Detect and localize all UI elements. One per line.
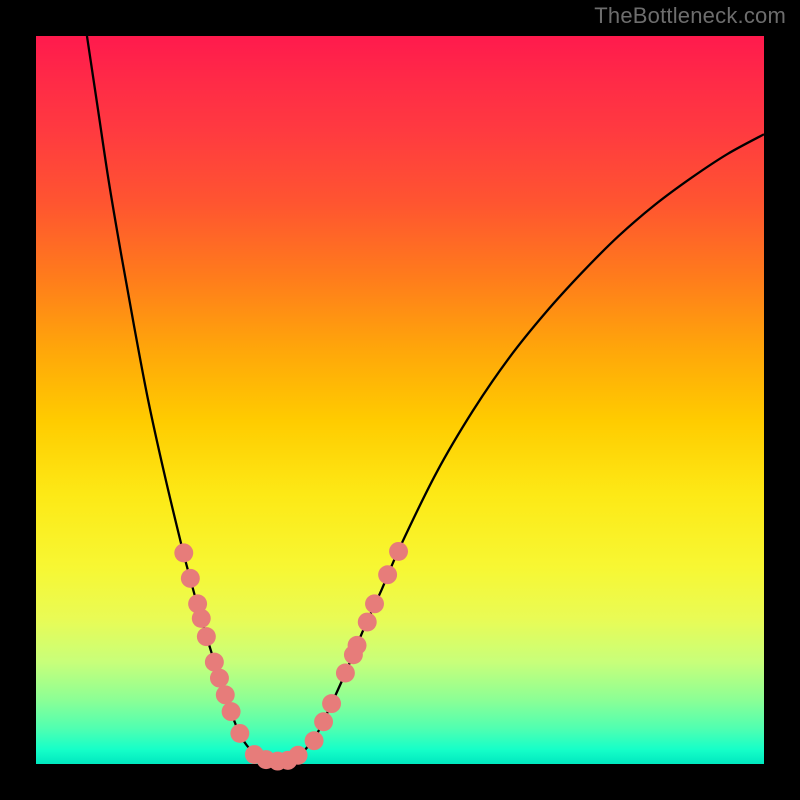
data-marker [378, 565, 397, 584]
data-marker [230, 724, 249, 743]
data-marker [305, 731, 324, 750]
chart-container: TheBottleneck.com [0, 0, 800, 800]
data-marker [174, 543, 193, 562]
data-marker [389, 542, 408, 561]
data-marker [348, 636, 367, 655]
data-marker [197, 627, 216, 646]
data-marker [358, 613, 377, 632]
data-marker [181, 569, 200, 588]
data-marker [322, 694, 341, 713]
chart-overlay [36, 36, 764, 764]
data-marker [192, 609, 211, 628]
data-marker [205, 653, 224, 672]
watermark-label: TheBottleneck.com [594, 3, 786, 29]
marker-group [174, 542, 408, 771]
data-marker [222, 702, 241, 721]
data-marker [289, 746, 308, 765]
data-marker [314, 712, 333, 731]
data-marker [365, 594, 384, 613]
data-marker [216, 685, 235, 704]
data-marker [336, 664, 355, 683]
data-marker [210, 669, 229, 688]
bottleneck-curve [87, 36, 764, 761]
